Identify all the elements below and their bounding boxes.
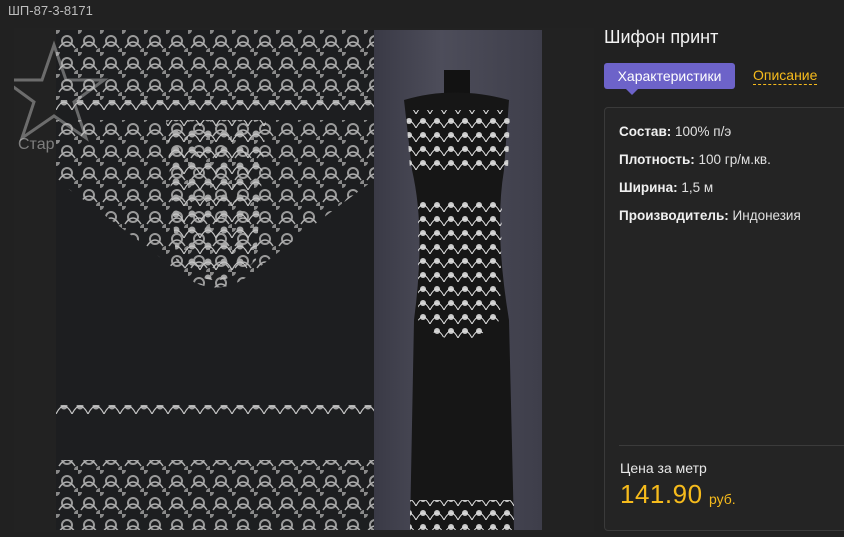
- characteristics-panel: Состав: 100% п/э Плотность: 100 гр/м.кв.…: [604, 107, 844, 531]
- spec-list: Состав: 100% п/э Плотность: 100 гр/м.кв.…: [619, 124, 801, 236]
- spec-row-composition: Состав: 100% п/э: [619, 124, 801, 152]
- tab-description[interactable]: Описание: [753, 67, 818, 85]
- spec-row-width: Ширина: 1,5 м: [619, 180, 801, 208]
- product-sku: ШП-87-3-8171: [8, 3, 93, 18]
- dress-mannequin-image: [404, 70, 514, 530]
- spec-value: 1,5 м: [681, 180, 714, 195]
- spec-value: 100% п/э: [675, 124, 732, 139]
- price-label: Цена за метр: [620, 460, 707, 476]
- product-title: Шифон принт: [604, 27, 719, 47]
- spec-value: 100 гр/м.кв.: [698, 152, 771, 167]
- spec-key: Производитель:: [619, 208, 729, 223]
- tab-characteristics[interactable]: Характеристики: [604, 63, 735, 95]
- spec-key: Ширина:: [619, 180, 678, 195]
- spec-key: Плотность:: [619, 152, 695, 167]
- price-currency: руб.: [709, 491, 736, 507]
- price-value: 141.90: [620, 479, 703, 509]
- dress-photo[interactable]: [374, 30, 542, 530]
- divider: [619, 445, 844, 446]
- spec-value: Индонезия: [732, 208, 801, 223]
- spec-row-density: Плотность: 100 гр/м.кв.: [619, 152, 801, 180]
- spec-key: Состав:: [619, 124, 672, 139]
- spec-row-manufacturer: Производитель: Индонезия: [619, 208, 801, 236]
- watermark-text: Стар: [18, 136, 55, 153]
